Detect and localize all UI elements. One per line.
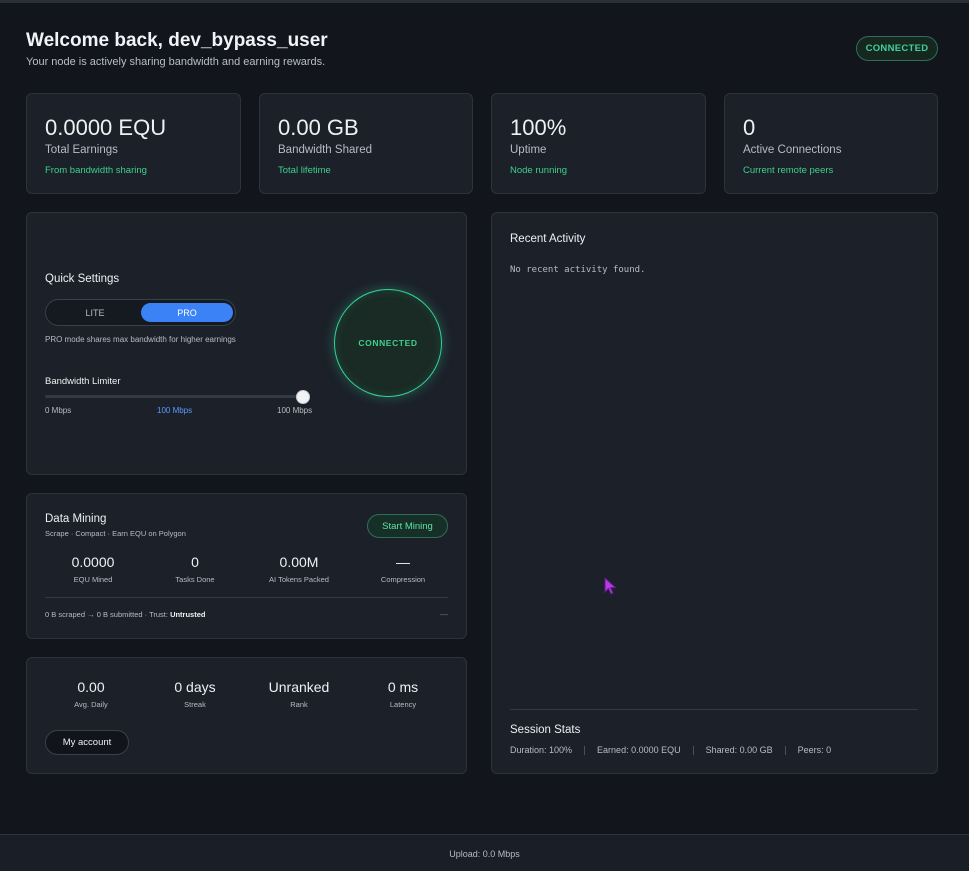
- separator: [584, 745, 586, 755]
- stat-note: Node running: [510, 165, 568, 176]
- metric-latency: 0 ms Latency: [351, 679, 455, 709]
- metric-label: Latency: [389, 700, 417, 709]
- stat-card-uptime: 100% Uptime Node running: [491, 93, 706, 194]
- metric-label: Tasks Done: [175, 575, 215, 584]
- stat-note: Current remote peers: [743, 165, 834, 176]
- metric-value: Unranked: [268, 679, 330, 695]
- separator: [692, 745, 694, 755]
- quick-settings-card: Quick Settings LITE PRO PRO mode shares …: [26, 212, 467, 475]
- upload-rate: Upload: 0.0 Mbps: [449, 849, 520, 859]
- recent-activity-title: Recent Activity: [510, 233, 586, 245]
- bandwidth-slider-thumb[interactable]: [296, 390, 310, 404]
- session-duration: Duration: 100%: [510, 745, 573, 755]
- data-mining-card: Data Mining Scrape · Compact · Earn EQU …: [26, 493, 467, 639]
- metric-equ-mined: 0.0000 EQU Mined: [41, 554, 145, 584]
- bandwidth-slider-track[interactable]: [45, 395, 303, 398]
- my-account-button[interactable]: My account: [45, 730, 129, 755]
- status-badge: CONNECTED: [856, 36, 938, 61]
- start-mining-button[interactable]: Start Mining: [367, 514, 448, 538]
- session-shared: Shared: 0.00 GB: [705, 745, 773, 755]
- stat-value: 100%: [510, 115, 567, 140]
- page-title: Welcome back, dev_bypass_user: [26, 30, 328, 51]
- mining-summary-text: 0 B scraped → 0 B submitted · Trust:: [45, 610, 171, 619]
- stat-label: Active Connections: [743, 144, 842, 156]
- metric-label: Compression: [380, 575, 426, 584]
- connection-status-ring[interactable]: CONNECTED: [334, 289, 442, 397]
- metric-label: Rank: [290, 700, 308, 709]
- trust-level: Untrusted: [170, 610, 206, 619]
- account-stats-card: 0.00 Avg. Daily 0 days Streak Unranked R…: [26, 657, 467, 774]
- metric-value: 0 days: [174, 679, 216, 695]
- mining-summary-dash: —: [440, 610, 448, 619]
- stat-label: Uptime: [510, 144, 547, 156]
- stat-note: From bandwidth sharing: [45, 165, 147, 176]
- metric-compression: — Compression: [351, 554, 455, 584]
- separator: [784, 745, 786, 755]
- stat-value: 0.0000 EQU: [45, 115, 167, 140]
- metric-value: 0.00M: [279, 554, 319, 570]
- stat-note: Total lifetime: [278, 165, 331, 176]
- bandwidth-min-label: 0 Mbps: [45, 406, 72, 415]
- divider: [45, 597, 448, 598]
- mode-option-lite[interactable]: LITE: [49, 303, 141, 322]
- metric-streak: 0 days Streak: [143, 679, 247, 709]
- metric-value: —: [396, 554, 410, 570]
- mining-summary: 0 B scraped → 0 B submitted · Trust: Unt…: [45, 610, 205, 619]
- status-bar: Upload: 0.0 Mbps: [0, 834, 969, 871]
- metric-ai-tokens: 0.00M AI Tokens Packed: [247, 554, 351, 584]
- bandwidth-current-label: 100 Mbps: [157, 406, 193, 415]
- stat-label: Total Earnings: [45, 144, 118, 156]
- bandwidth-limiter-title: Bandwidth Limiter: [45, 376, 121, 387]
- mode-note: PRO mode shares max bandwidth for higher…: [45, 335, 236, 344]
- recent-activity-empty: No recent activity found.: [510, 265, 646, 275]
- metric-value: 0: [191, 554, 199, 570]
- metric-rank: Unranked Rank: [247, 679, 351, 709]
- metric-tasks-done: 0 Tasks Done: [143, 554, 247, 584]
- metric-value: 0 ms: [387, 679, 419, 695]
- mode-toggle[interactable]: LITE PRO: [45, 299, 236, 326]
- cursor-icon: [604, 577, 617, 595]
- divider: [510, 709, 918, 710]
- metric-avg-daily: 0.00 Avg. Daily: [39, 679, 143, 709]
- stat-value: 0.00 GB: [278, 115, 359, 140]
- data-mining-title: Data Mining: [45, 513, 107, 525]
- page-subtitle: Your node is actively sharing bandwidth …: [26, 56, 326, 68]
- metric-value: 0.00: [77, 679, 105, 695]
- mode-option-pro[interactable]: PRO: [141, 303, 233, 322]
- stat-value: 0: [743, 115, 756, 140]
- bandwidth-max-label: 100 Mbps: [277, 406, 313, 415]
- stat-card-earnings: 0.0000 EQU Total Earnings From bandwidth…: [26, 93, 241, 194]
- quick-settings-title: Quick Settings: [45, 273, 120, 285]
- recent-activity-card: Recent Activity No recent activity found…: [491, 212, 938, 774]
- data-mining-subtitle: Scrape · Compact · Earn EQU on Polygon: [45, 529, 186, 538]
- metric-label: Streak: [184, 700, 206, 709]
- session-peers: Peers: 0: [797, 745, 832, 755]
- session-stats-title: Session Stats: [510, 724, 581, 736]
- session-stats-row: Duration: 100% Earned: 0.0000 EQU Shared…: [510, 745, 831, 755]
- metric-label: EQU Mined: [73, 575, 113, 584]
- stat-label: Bandwidth Shared: [278, 144, 372, 156]
- metric-label: AI Tokens Packed: [269, 575, 329, 584]
- stat-card-bandwidth: 0.00 GB Bandwidth Shared Total lifetime: [259, 93, 473, 194]
- metric-label: Avg. Daily: [74, 700, 108, 709]
- session-earned: Earned: 0.0000 EQU: [597, 745, 681, 755]
- top-border: [0, 0, 969, 3]
- metric-value: 0.0000: [71, 554, 115, 570]
- stat-card-connections: 0 Active Connections Current remote peer…: [724, 93, 938, 194]
